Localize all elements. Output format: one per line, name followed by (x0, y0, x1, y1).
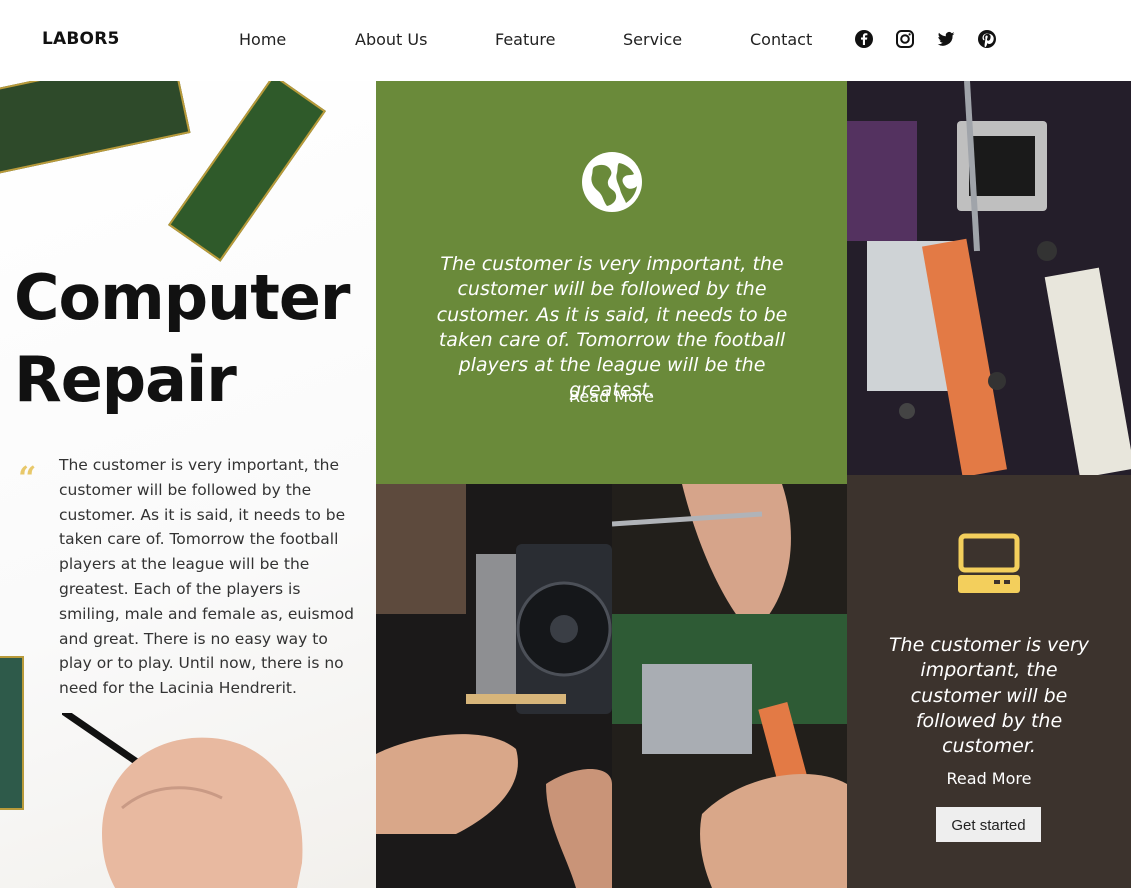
circuit-board-image (0, 81, 191, 176)
instagram-icon[interactable] (895, 29, 915, 49)
read-more-link[interactable]: Read More (376, 387, 847, 406)
nav-about-us[interactable]: About Us (355, 30, 427, 49)
ram-module-image (168, 81, 326, 262)
get-started-button[interactable]: Get started (936, 807, 1041, 842)
board-edge-image (0, 656, 24, 810)
hero-title: Computer Repair (14, 257, 350, 421)
hero-title-line-2: Repair (14, 343, 237, 416)
nav-contact[interactable]: Contact (750, 30, 812, 49)
hero-section: Computer Repair “ The customer is very i… (0, 81, 376, 888)
feature-panel-dark: The customer is very important, the cust… (847, 475, 1131, 888)
nav-service[interactable]: Service (623, 30, 682, 49)
brand-logo[interactable]: LABOR5 (42, 29, 120, 49)
computer-icon (958, 533, 1020, 593)
circuit-repair-photo (612, 484, 847, 888)
feature-panel-green: The customer is very important, the cust… (376, 81, 847, 484)
cpu-cooler-photo (376, 484, 612, 888)
feature-dark-text: The customer is very important, the cust… (888, 634, 1090, 758)
motherboard-photo (847, 81, 1131, 475)
hand-with-screwdriver-image (62, 713, 303, 888)
read-more-link[interactable]: Read More (847, 769, 1131, 788)
quote-icon: “ (18, 459, 37, 497)
feature-green-text: The customer is very important, the cust… (436, 253, 788, 402)
nav-home[interactable]: Home (239, 30, 286, 49)
twitter-icon[interactable] (936, 29, 956, 49)
site-header: LABOR5 Home About Us Feature Service Con… (0, 0, 1131, 81)
nav-feature[interactable]: Feature (495, 30, 555, 49)
hero-title-line-1: Computer (14, 261, 350, 334)
globe-icon (582, 152, 642, 212)
facebook-icon[interactable] (854, 29, 874, 49)
hero-description: The customer is very important, the cust… (59, 456, 355, 698)
pinterest-icon[interactable] (977, 29, 997, 49)
